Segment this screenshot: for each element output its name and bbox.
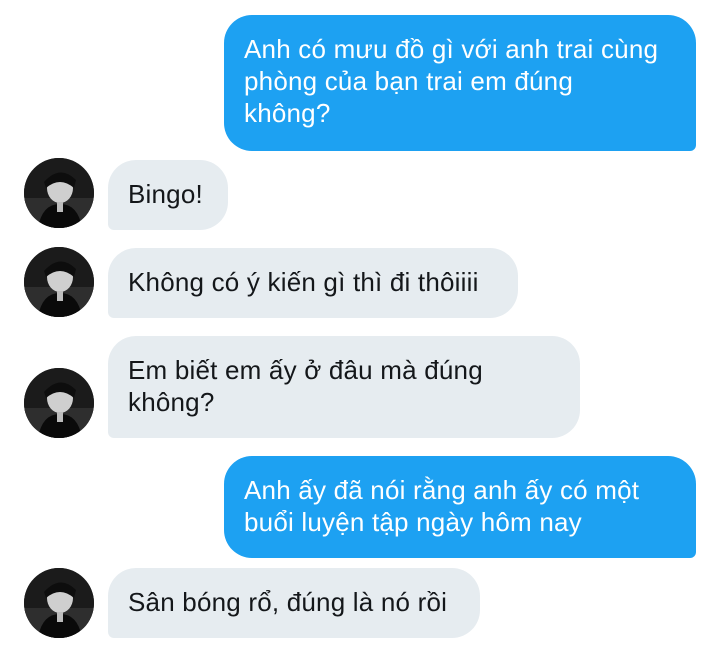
profile-photo-avatar-icon bbox=[24, 568, 94, 638]
profile-photo-avatar-icon bbox=[24, 158, 94, 228]
avatar[interactable] bbox=[24, 568, 94, 638]
profile-photo-avatar-icon bbox=[24, 368, 94, 438]
message-bubble-sent[interactable]: Anh ấy đã nói rằng anh ấy có một buổi lu… bbox=[224, 456, 696, 558]
avatar[interactable] bbox=[24, 368, 94, 438]
message-bubble-received[interactable]: Sân bóng rổ, đúng là nó rồi bbox=[108, 568, 480, 638]
avatar[interactable] bbox=[24, 247, 94, 317]
avatar[interactable] bbox=[24, 158, 94, 228]
message-bubble-sent[interactable]: Anh có mưu đồ gì với anh trai cùng phòng… bbox=[224, 15, 696, 151]
message-bubble-received[interactable]: Em biết em ấy ở đâu mà đúng không? bbox=[108, 336, 580, 438]
message-bubble-received[interactable]: Không có ý kiến gì thì đi thôiiii bbox=[108, 248, 518, 318]
message-bubble-received[interactable]: Bingo! bbox=[108, 160, 228, 230]
profile-photo-avatar-icon bbox=[24, 247, 94, 317]
